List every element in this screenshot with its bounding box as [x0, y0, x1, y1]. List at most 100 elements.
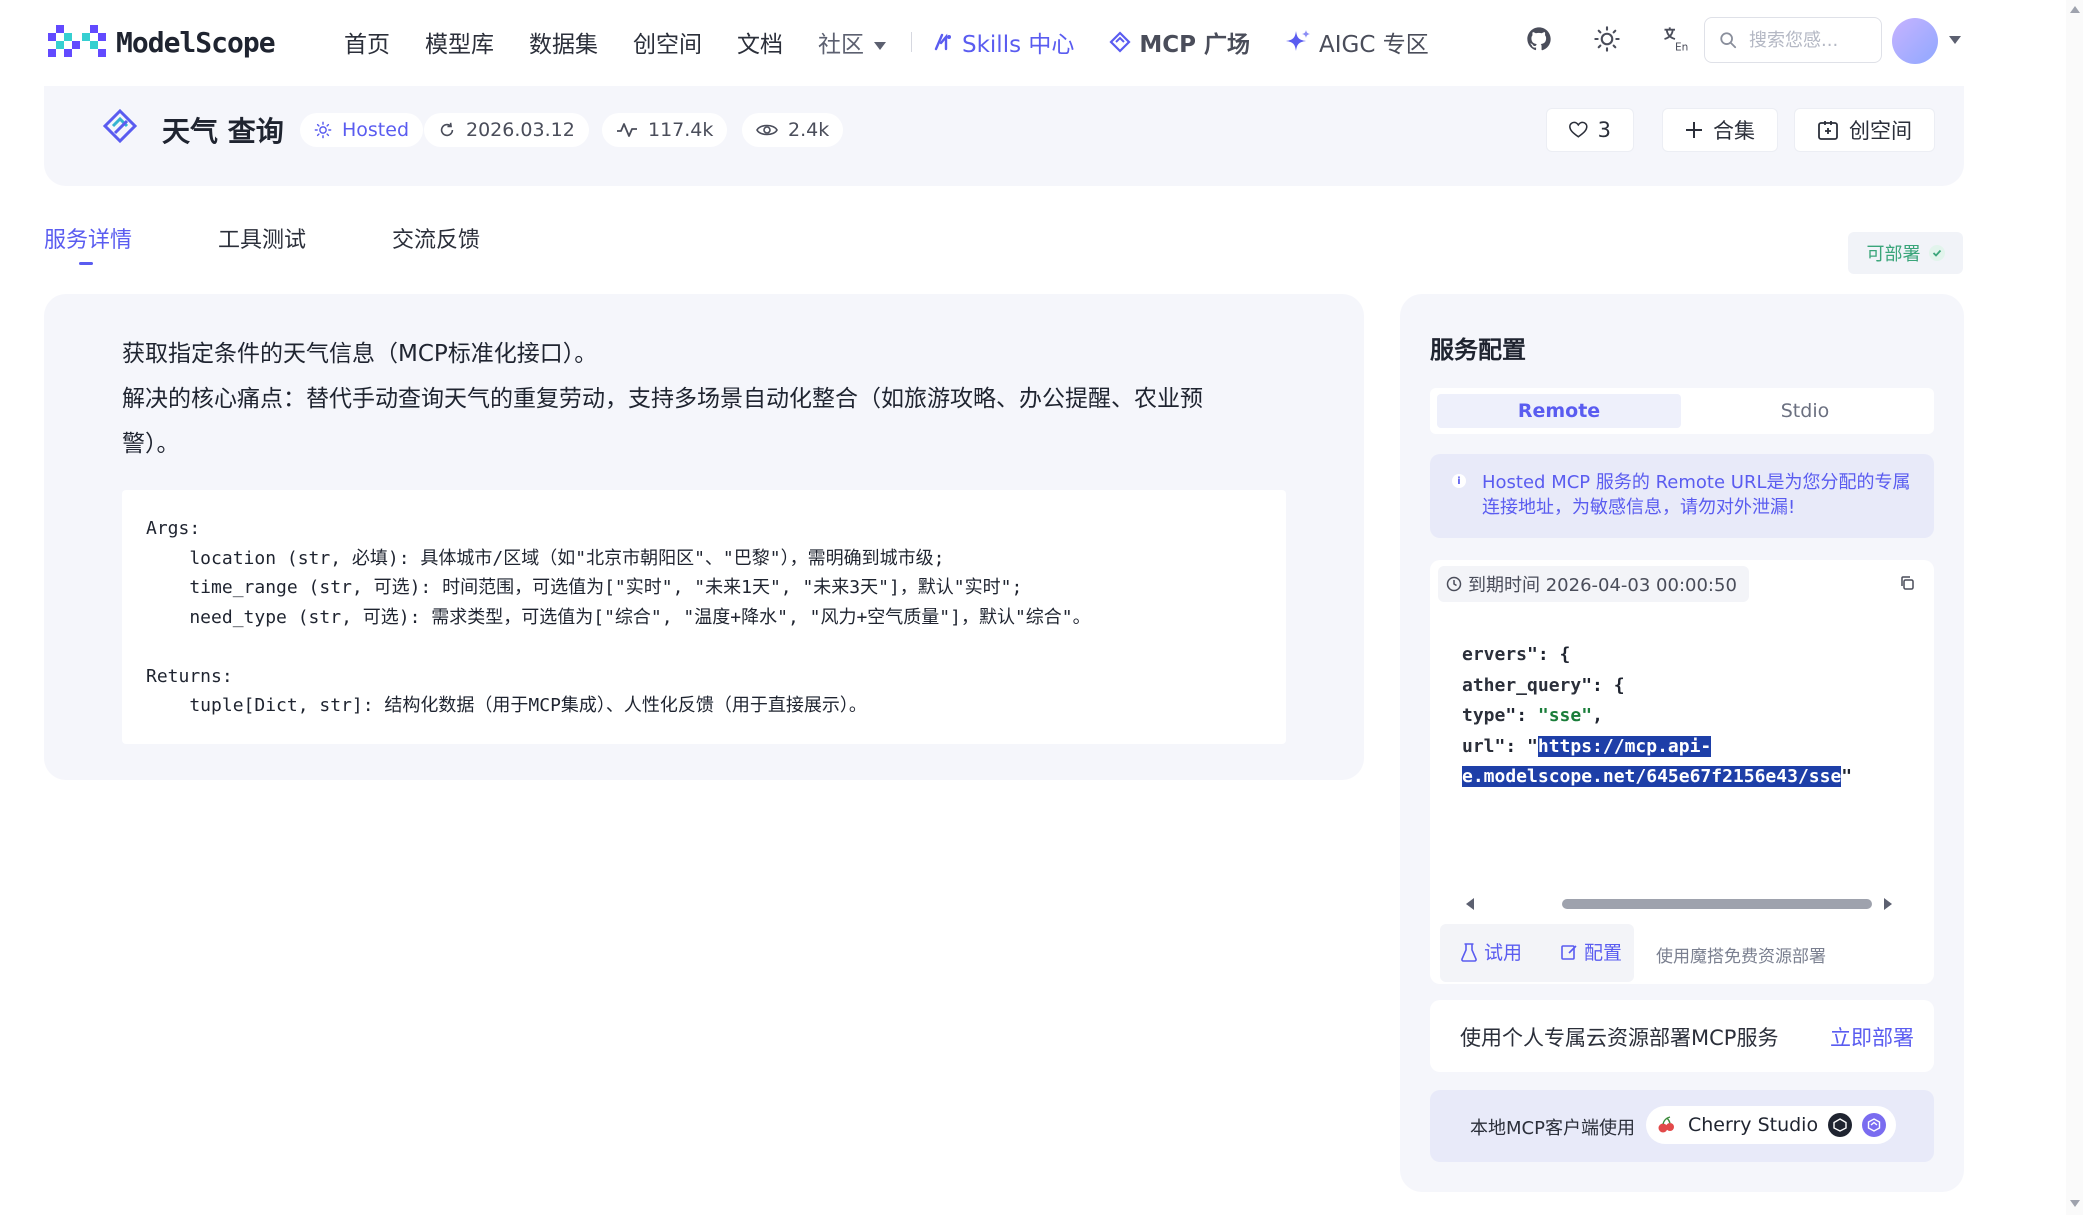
client-app-icon[interactable]	[1862, 1113, 1887, 1137]
main-nav: 首页 模型库 数据集 创空间 文档 社区 Skills 中心 MCP 广场 AI…	[344, 24, 1464, 60]
free-deploy-link[interactable]: 使用魔搭免费资源部署	[1656, 942, 1826, 967]
like-count: 3	[1597, 118, 1611, 142]
nav-docs[interactable]: 文档	[737, 25, 783, 59]
tab-service-details[interactable]: 服务详情	[44, 222, 132, 254]
nav-skills[interactable]: Skills 中心	[932, 25, 1074, 59]
clock-icon	[1446, 576, 1462, 592]
json-url-part-2: e.modelscope.net/645e67f2156e43/sse	[1462, 766, 1842, 787]
mcp-icon	[1109, 31, 1131, 53]
sparkle-icon	[1286, 30, 1311, 51]
cherry-icon	[1654, 1113, 1678, 1137]
json-key-server: ather_query	[1462, 674, 1582, 696]
service-title: 天气 查询	[162, 115, 284, 148]
nav-models[interactable]: 模型库	[425, 25, 494, 59]
chevron-down-icon[interactable]	[1949, 36, 1961, 44]
tab-feedback[interactable]: 交流反馈	[392, 222, 480, 254]
tab-remote[interactable]: Remote	[1437, 394, 1681, 428]
search-icon	[1720, 32, 1737, 49]
mcp-service-icon	[102, 108, 138, 144]
scroll-down-arrow-icon[interactable]	[2070, 1200, 2080, 1207]
nav-aigc[interactable]: AIGC 专区	[1285, 25, 1429, 59]
search-input[interactable]	[1747, 28, 1871, 52]
calls-badge: 117.4k	[602, 113, 728, 147]
github-icon[interactable]	[1524, 24, 1554, 54]
description-line-1: 获取指定条件的天气信息（MCP标准化接口）。	[122, 341, 598, 367]
deploy-now-link[interactable]: 立即部署	[1830, 1022, 1914, 1052]
json-url-part-1: https://mcp.api-	[1537, 735, 1712, 757]
flask-icon	[1461, 942, 1477, 962]
json-key-servers: ervers	[1462, 644, 1528, 665]
nav-utility-icons: En	[1524, 24, 1690, 54]
cursor-client-icon[interactable]	[1828, 1113, 1853, 1137]
config-title: 服务配置	[1430, 336, 1526, 364]
deployable-badge[interactable]: 可部署	[1848, 232, 1963, 274]
nav-aigc-label: AIGC 专区	[1319, 32, 1429, 58]
skills-icon	[934, 33, 951, 51]
eye-icon	[756, 124, 778, 136]
search-box[interactable]	[1704, 17, 1882, 63]
calls-count: 117.4k	[648, 119, 714, 141]
description-line-3: 警）。	[122, 431, 180, 457]
try-label: 试用	[1484, 942, 1523, 964]
chevron-down-icon	[874, 41, 886, 50]
modelscope-logo-icon	[48, 25, 106, 57]
theme-icon[interactable]	[1592, 24, 1622, 54]
activity-icon	[617, 123, 637, 137]
check-icon	[1928, 245, 1945, 261]
config-json[interactable]: ervers": { ather_query": { type": "sse",…	[1462, 640, 1912, 810]
client-name: Cherry Studio	[1688, 1114, 1819, 1136]
update-date-badge: 2026.03.12	[424, 113, 589, 147]
service-description: 获取指定条件的天气信息（MCP标准化接口）。 解决的核心痛点：替代手动查询天气的…	[122, 332, 1272, 467]
views-count: 2.4k	[788, 119, 830, 141]
nav-datasets[interactable]: 数据集	[529, 25, 598, 59]
scrollbar-thumb[interactable]	[1562, 899, 1872, 909]
svg-text:En: En	[1675, 42, 1688, 53]
avatar[interactable]	[1892, 18, 1938, 64]
nav-community[interactable]: 社区	[818, 25, 886, 59]
nav-skills-label: Skills 中心	[962, 32, 1075, 58]
create-space-label: 创空间	[1849, 119, 1912, 143]
scroll-right-arrow-icon[interactable]	[1884, 898, 1892, 910]
scroll-up-arrow-icon[interactable]	[2070, 6, 2080, 13]
create-space-button[interactable]: 创空间	[1794, 108, 1935, 152]
nav-divider	[911, 32, 912, 52]
description-line-2: 解决的核心痛点：替代手动查询天气的重复劳动，支持多场景自动化整合（如旅游攻略、办…	[122, 386, 1203, 412]
cherry-studio-button[interactable]: Cherry Studio	[1646, 1106, 1896, 1144]
scroll-left-arrow-icon[interactable]	[1466, 898, 1474, 910]
tab-stdio[interactable]: Stdio	[1683, 394, 1927, 428]
expire-badge: 到期时间 2026-04-03 00:00:50	[1438, 566, 1749, 602]
brand-logo[interactable]: ModelScope	[48, 22, 276, 62]
hosted-label: Hosted	[342, 119, 410, 141]
tab-tool-test[interactable]: 工具测试	[218, 222, 306, 254]
api-doc-codeblock: Args: location (str, 必填): 具体城市/区域（如"北京市朝…	[122, 490, 1286, 744]
views-badge: 2.4k	[742, 113, 844, 147]
translate-icon[interactable]: En	[1660, 24, 1690, 54]
hosted-badge: Hosted	[300, 113, 424, 147]
api-doc-code: Args: location (str, 必填): 具体城市/区域（如"北京市朝…	[146, 518, 1091, 716]
nav-spaces[interactable]: 创空间	[633, 25, 702, 59]
active-tab-indicator	[79, 262, 93, 265]
nav-mcp[interactable]: MCP 广场	[1109, 25, 1250, 59]
sun-icon	[314, 121, 332, 139]
copy-icon[interactable]	[1896, 572, 1918, 594]
nav-mcp-label: MCP 广场	[1139, 32, 1251, 58]
space-icon	[1818, 121, 1838, 140]
deployable-label: 可部署	[1866, 244, 1921, 265]
brand-name: ModelScope	[116, 25, 276, 59]
plus-icon	[1686, 122, 1702, 138]
config-button[interactable]: 配置	[1560, 938, 1622, 965]
security-notice-text: Hosted MCP 服务的 Remote URL是为您分配的专属连接地址，为敏…	[1482, 472, 1911, 518]
local-client-text: 本地MCP客户端使用	[1470, 1118, 1635, 1139]
info-icon: i	[1452, 474, 1466, 488]
add-collection-label: 合集	[1713, 119, 1755, 143]
nav-home[interactable]: 首页	[344, 25, 390, 59]
like-button[interactable]: 3	[1546, 108, 1634, 152]
sync-icon	[440, 122, 454, 137]
page-scrollbar[interactable]	[2066, 0, 2083, 1215]
add-collection-button[interactable]: 合集	[1662, 108, 1778, 152]
json-val-type: "sse"	[1537, 705, 1593, 726]
update-date: 2026.03.12	[466, 119, 575, 141]
edit-icon	[1561, 944, 1577, 960]
try-button[interactable]: 试用	[1460, 938, 1522, 965]
json-key-url: url	[1462, 735, 1495, 757]
